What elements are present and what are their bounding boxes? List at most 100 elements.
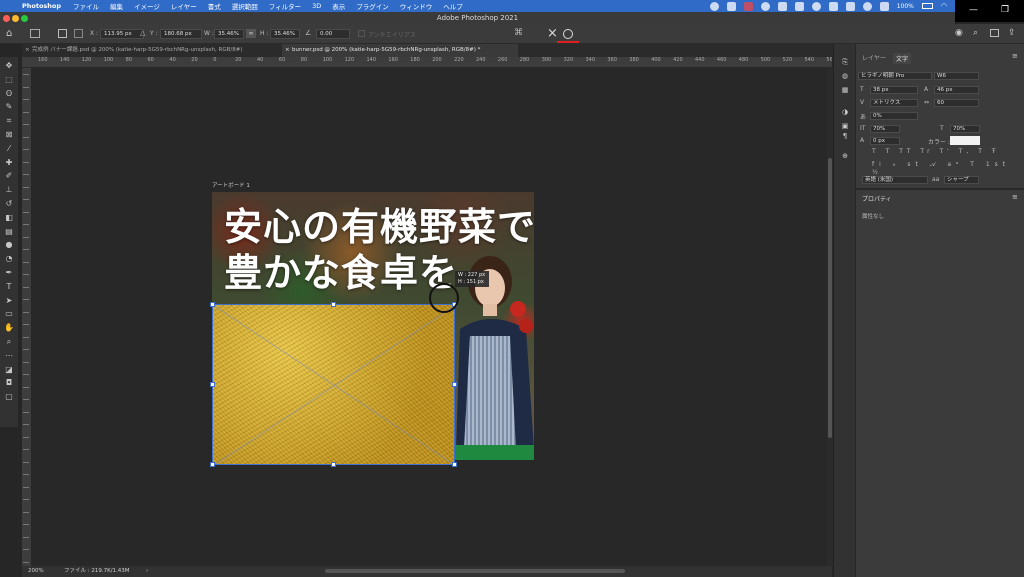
menu-view[interactable]: 表示 — [332, 1, 345, 11]
status-icon[interactable] — [862, 1, 872, 11]
subscript-button[interactable]: T, — [959, 148, 973, 155]
zoom-tool-icon[interactable]: ⌕ — [4, 337, 14, 346]
height-field[interactable]: 35.46% — [270, 29, 300, 39]
move-tool-icon[interactable]: ✥ — [4, 61, 14, 70]
transform-handle[interactable] — [210, 382, 215, 387]
status-icon[interactable] — [845, 1, 855, 11]
search-icon[interactable]: ⌕ — [973, 28, 978, 38]
antialias-checkbox[interactable] — [358, 30, 365, 37]
y-field[interactable]: 180.68 px — [160, 29, 202, 39]
menu-window[interactable]: ウィンドウ — [400, 1, 433, 11]
angle-field[interactable]: 0.00 — [316, 29, 350, 39]
vertical-ruler[interactable] — [22, 68, 31, 566]
crop-tool-icon[interactable]: ⌗ — [4, 116, 14, 125]
artboard-label[interactable]: アートボード 1 — [212, 181, 250, 189]
user-icon[interactable]: ◉ — [955, 28, 963, 38]
warp-icon[interactable]: ⌘ — [514, 28, 523, 38]
restore-icon[interactable]: ❐ — [1001, 5, 1009, 15]
adjustments-icon[interactable]: ◑ — [841, 108, 849, 116]
headline-line-1[interactable]: 安心の有機野菜で — [224, 208, 534, 246]
antialias-select[interactable]: シャープ — [944, 176, 979, 184]
leading-field[interactable]: 46 px — [934, 86, 979, 94]
status-icon[interactable] — [777, 1, 787, 11]
panel-menu-icon[interactable]: ≡ — [1012, 52, 1018, 60]
color-swatch-icon[interactable]: ◪ — [4, 365, 14, 374]
reference-toggle-icon[interactable] — [74, 29, 83, 38]
pen-tool-icon[interactable]: ✒ — [4, 268, 14, 277]
menu-layer[interactable]: レイヤー — [171, 1, 197, 11]
menu-type[interactable]: 書式 — [208, 1, 221, 11]
tab-close-icon[interactable]: × — [285, 44, 290, 57]
transform-handle[interactable] — [210, 302, 215, 307]
type-tool-icon[interactable]: T — [4, 282, 14, 291]
status-icon[interactable] — [794, 1, 804, 11]
zoom-level[interactable]: 200% — [28, 566, 44, 577]
swatches-icon[interactable]: ▦ — [841, 86, 849, 94]
width-field[interactable]: 35.46% — [214, 29, 244, 39]
menu-plugins[interactable]: プラグイン — [356, 1, 389, 11]
opentype-buttons[interactable]: fi ℴ st 𝒜 aᵃ T 1st ½ — [872, 161, 1024, 176]
menu-3d[interactable]: 3D — [312, 2, 321, 10]
headline-line-2[interactable]: 豊かな食卓を — [224, 254, 458, 292]
menu-edit[interactable]: 編集 — [110, 1, 123, 11]
underline-button[interactable]: T — [978, 148, 986, 155]
properties-title[interactable]: プロパティ — [862, 194, 892, 203]
gradient-tool-icon[interactable]: ▤ — [4, 227, 14, 236]
vertical-scale-field[interactable]: 70% — [870, 125, 900, 133]
shape-tool-icon[interactable]: ▭ — [4, 309, 14, 318]
history-icon[interactable]: ⎘ — [841, 58, 849, 66]
frame-tool-icon[interactable]: ⊠ — [4, 130, 14, 139]
transform-handle[interactable] — [452, 462, 457, 467]
kerning-field[interactable]: メトリクス — [870, 99, 918, 107]
panel-menu-icon[interactable]: ≡ — [1012, 193, 1018, 201]
faux-italic-button[interactable]: T — [886, 148, 894, 155]
brush-tool-icon[interactable]: ✐ — [4, 171, 14, 180]
tab-close-icon[interactable]: × — [25, 44, 30, 57]
text-color-swatch[interactable] — [950, 136, 980, 145]
quick-mask-icon[interactable]: ◘ — [4, 378, 14, 387]
status-icon[interactable] — [743, 1, 753, 11]
font-style-select[interactable]: W6 — [934, 72, 979, 80]
horizontal-scroll-thumb[interactable] — [325, 569, 625, 573]
battery-icon[interactable] — [921, 3, 933, 9]
gold-texture-layer[interactable] — [212, 304, 455, 465]
history-brush-icon[interactable]: ↺ — [4, 199, 14, 208]
commit-icon[interactable] — [563, 29, 573, 39]
quick-select-icon[interactable]: ✎ — [4, 102, 14, 111]
all-caps-button[interactable]: TT — [899, 148, 914, 155]
horizontal-scale-field[interactable]: 70% — [950, 125, 980, 133]
link-icon[interactable]: ∞ — [246, 29, 256, 38]
transform-tool-icon[interactable] — [30, 29, 40, 38]
superscript-button[interactable]: T' — [940, 148, 953, 155]
transform-handle[interactable] — [331, 302, 336, 307]
relative-position-icon[interactable]: △ — [140, 29, 145, 37]
transform-handle[interactable] — [331, 462, 336, 467]
status-icon[interactable] — [760, 1, 770, 11]
glyphs-icon[interactable]: ⊕ — [841, 152, 849, 160]
blur-tool-icon[interactable]: ● — [4, 240, 14, 249]
share-icon[interactable]: ⇪ — [1008, 28, 1016, 38]
tsume-field[interactable]: 0% — [870, 112, 918, 120]
color-icon[interactable]: ◍ — [841, 72, 849, 80]
eraser-tool-icon[interactable]: ◧ — [4, 213, 14, 222]
file-info[interactable]: ファイル : 219.7K/1.43M — [64, 566, 130, 577]
menu-image[interactable]: イメージ — [134, 1, 160, 11]
minimize-icon[interactable]: — — [969, 5, 978, 15]
status-icon[interactable] — [709, 1, 719, 11]
tab-document-2[interactable]: × bunner.psd @ 200% (katie-harp-5G59-rbc… — [282, 44, 518, 57]
home-icon[interactable]: ⌂ — [6, 28, 12, 39]
path-select-icon[interactable]: ➤ — [4, 296, 14, 305]
font-size-field[interactable]: 38 px — [870, 86, 918, 94]
transform-handle[interactable] — [210, 462, 215, 467]
language-select[interactable]: 英語 (米国) — [862, 176, 928, 184]
tab-character[interactable]: 文字 — [893, 53, 912, 64]
styles-icon[interactable]: ▣ — [841, 122, 849, 130]
more-tools-icon[interactable]: ⋯ — [4, 351, 14, 360]
status-icon[interactable] — [811, 1, 821, 11]
cancel-icon[interactable]: × — [547, 26, 558, 41]
close-window-icon[interactable] — [3, 15, 10, 22]
wifi-icon[interactable]: ◠ — [941, 2, 947, 10]
tab-document-1[interactable]: × 完成例 バナー課題.psd @ 200% (katie-harp-5G59-… — [22, 44, 280, 57]
spot-heal-icon[interactable]: ✚ — [4, 158, 14, 167]
tab-layers[interactable]: レイヤー — [862, 53, 886, 62]
